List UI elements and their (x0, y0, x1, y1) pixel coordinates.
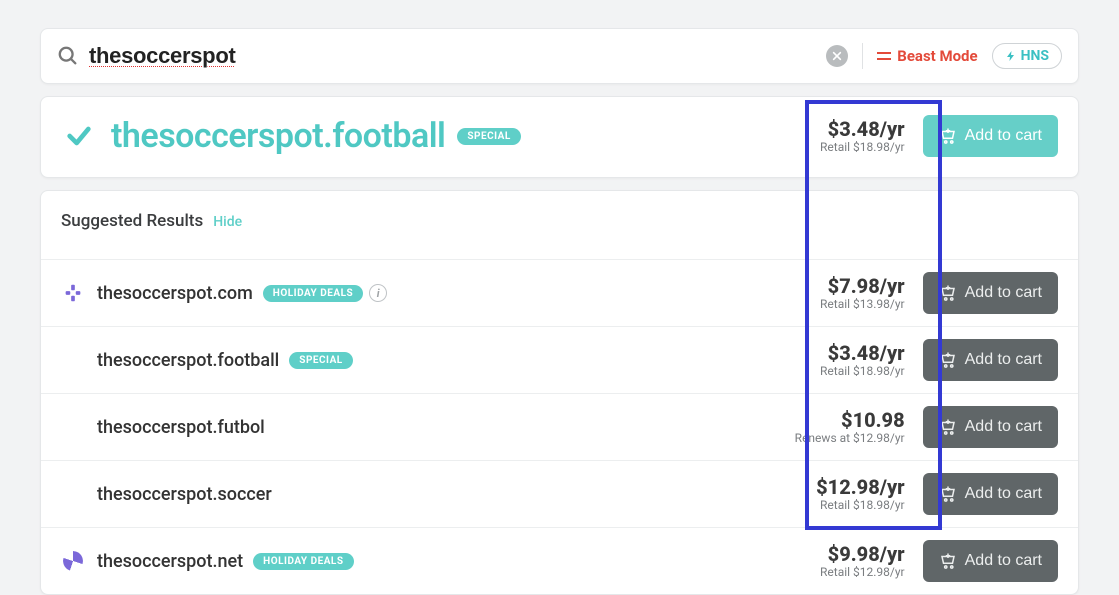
price-sub: Retail $13.98/yr (820, 297, 905, 311)
globe-icon (61, 281, 85, 305)
price-sub: Retail $18.98/yr (816, 498, 904, 512)
result-row: thesoccerspot.football SPECIAL $3.48/yrRet… (41, 326, 1078, 393)
result-row: thesoccerspot.com HOLIDAY DEALS i $7.98/yrR… (41, 259, 1078, 326)
domain-link[interactable]: thesoccerspot.com (97, 283, 253, 304)
price-main: $7.98/yr (820, 275, 905, 297)
cart-icon (939, 418, 957, 436)
suggested-header: Suggested Results Hide (41, 191, 1078, 259)
price-sub: Retail $12.98/yr (820, 565, 905, 579)
search-input[interactable] (89, 43, 826, 69)
hide-link[interactable]: Hide (213, 214, 242, 230)
price-column: $12.98/yrRetail $18.98/yr (816, 476, 922, 512)
price-retail: Retail $18.98/yr (820, 140, 905, 154)
add-to-cart-button[interactable]: Add to cart (923, 406, 1058, 448)
featured-result: thesoccerspot.football SPECIAL $3.48/yr … (40, 96, 1079, 178)
cta-label: Add to cart (965, 284, 1042, 302)
cta-label: Add to cart (965, 552, 1042, 570)
suggested-title: Suggested Results (61, 211, 203, 231)
promo-badge: SPECIAL (289, 352, 352, 369)
add-to-cart-button[interactable]: Add to cart (923, 540, 1058, 582)
promo-badge: HOLIDAY DEALS (263, 285, 363, 302)
hns-toggle[interactable]: HNS (992, 43, 1062, 69)
price-main: $12.98/yr (816, 476, 904, 498)
featured-badge: SPECIAL (457, 128, 520, 145)
cart-icon (939, 485, 957, 503)
search-icon (57, 45, 79, 67)
result-row: thesoccerspot.futbol $10.98Renews at $12.… (41, 393, 1078, 460)
beast-mode-label: Beast Mode (897, 47, 977, 65)
price-main: $3.48/yr (820, 342, 905, 364)
price-main: $10.98 (795, 409, 905, 431)
add-to-cart-button[interactable]: Add to cart (923, 272, 1058, 314)
beast-mode-toggle[interactable]: Beast Mode (877, 47, 977, 65)
price-column: $7.98/yrRetail $13.98/yr (820, 275, 923, 311)
add-to-cart-button[interactable]: Add to cart (923, 473, 1058, 515)
add-to-cart-button[interactable]: Add to cart (923, 339, 1058, 381)
swirl-icon (61, 549, 85, 573)
price-sub: Retail $18.98/yr (820, 364, 905, 378)
domain-link[interactable]: thesoccerspot.net (97, 551, 243, 572)
clear-icon[interactable] (826, 45, 848, 67)
bolt-icon (1005, 50, 1017, 62)
featured-domain[interactable]: thesoccerspot.football (111, 116, 445, 156)
domain-link[interactable]: thesoccerspot.football (97, 350, 279, 371)
price-main: $3.48/yr (820, 118, 905, 140)
info-icon[interactable]: i (369, 284, 387, 302)
result-row: thesoccerspot.soccer $12.98/yrRetail $18.… (41, 460, 1078, 527)
hns-label: HNS (1021, 48, 1049, 64)
price-column: $3.48/yrRetail $18.98/yr (820, 342, 923, 378)
price-sub: Renews at $12.98/yr (795, 431, 905, 445)
price-column: $10.98Renews at $12.98/yr (795, 409, 923, 445)
price-main: $9.98/yr (820, 543, 905, 565)
suggested-results: Suggested Results Hide thesoccerspot.com… (40, 190, 1079, 595)
price-column: $9.98/yrRetail $12.98/yr (820, 543, 923, 579)
check-icon (65, 122, 93, 150)
cta-label: Add to cart (965, 127, 1042, 145)
cart-icon (939, 284, 957, 302)
cart-icon (939, 552, 957, 570)
cta-label: Add to cart (965, 351, 1042, 369)
result-row: thesoccerspot.net HOLIDAY DEALS $9.98/yrRe… (41, 527, 1078, 594)
cart-icon (939, 127, 957, 145)
cart-icon (939, 351, 957, 369)
featured-price: $3.48/yr Retail $18.98/yr (820, 118, 923, 154)
promo-badge: HOLIDAY DEALS (253, 553, 353, 570)
cta-label: Add to cart (965, 485, 1042, 503)
cta-label: Add to cart (965, 418, 1042, 436)
domain-link[interactable]: thesoccerspot.soccer (97, 484, 272, 505)
domain-link[interactable]: thesoccerspot.futbol (97, 417, 265, 438)
add-to-cart-button[interactable]: Add to cart (923, 115, 1058, 157)
search-bar: Beast Mode HNS (40, 28, 1079, 84)
sliders-icon (877, 49, 891, 63)
separator (862, 43, 863, 69)
